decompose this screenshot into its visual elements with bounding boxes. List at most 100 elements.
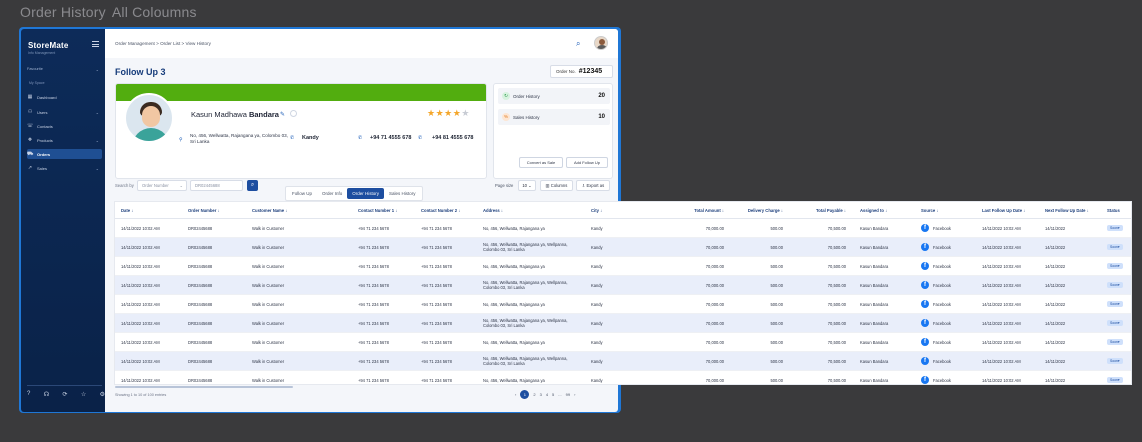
customer-phone-1: +94 71 4555 678	[370, 135, 412, 141]
chevron-down-icon: ⌄	[179, 183, 183, 188]
table-row[interactable]: 14/11/2022 10:02 AM DR02445688 Walk in Cus…	[115, 295, 1131, 314]
status-dropdown[interactable]: Soon ▾	[1107, 358, 1123, 364]
tab-sales-history[interactable]: Sales History	[384, 188, 421, 199]
star-icon[interactable]: ☆	[81, 391, 86, 398]
cell-order-number: DR02445688	[188, 301, 213, 307]
cell-source: f Facebook	[915, 371, 976, 384]
table-row[interactable]: 14/11/2022 10:02 AM DR02445688 Walk in Cus…	[115, 276, 1131, 295]
column-header-city[interactable]: City ↓	[585, 202, 645, 218]
column-header-order-number[interactable]: Order Number ↓	[182, 202, 246, 218]
help-icon[interactable]: ?	[27, 391, 30, 398]
page-button[interactable]: 4	[546, 392, 548, 397]
sidebar-item-products[interactable]: ❖ Products ⌄	[27, 135, 102, 145]
horizontal-scrollbar[interactable]	[115, 386, 293, 388]
sales-history-summary[interactable]: % Sales History 10	[498, 109, 610, 125]
cell-status: Soon ▾	[1101, 371, 1131, 384]
column-header-delivery-charge[interactable]: Delivery Charge ↓	[732, 202, 791, 218]
table-row[interactable]: 14/11/2022 10:02 AM DR02445688 Walk in Cus…	[115, 371, 1131, 384]
column-header-last-follow-up[interactable]: Last Follow Up Date ↓	[976, 202, 1039, 218]
column-header-date[interactable]: Date ↓	[115, 202, 182, 218]
page-size-select[interactable]: 10 ⌄	[518, 180, 536, 191]
columns-button[interactable]: ▥ Columns	[540, 180, 573, 191]
avatar[interactable]	[594, 36, 608, 50]
menu-toggle-icon[interactable]	[92, 41, 99, 47]
prev-page-button[interactable]: ‹	[515, 392, 516, 397]
sidebar: StoreMate Info Management Favourite ⌄ My…	[21, 29, 105, 412]
chevron-down-icon: ▾	[1117, 320, 1120, 325]
page-button[interactable]: 3	[540, 392, 542, 397]
column-header-next-follow-up[interactable]: Next Follow Up Date ↓	[1039, 202, 1101, 218]
sidebar-item-orders[interactable]: ⛟ Orders	[27, 149, 102, 159]
status-dropdown[interactable]: Soon ▾	[1107, 263, 1123, 269]
status-dropdown[interactable]: Soon ▾	[1107, 339, 1123, 345]
table-row[interactable]: 14/11/2022 10:02 AM DR02445688 Walk in Cus…	[115, 238, 1131, 257]
sidebar-group-favourite[interactable]: Favourite ⌄	[27, 64, 102, 74]
cell-total-payable: 70,500.00	[827, 263, 846, 269]
tab-follow-up[interactable]: Follow Up	[287, 188, 317, 199]
info-icon[interactable]	[290, 110, 297, 117]
status-dropdown[interactable]: Soon ▾	[1107, 282, 1123, 288]
pencil-icon[interactable]: ✎	[280, 111, 285, 118]
cell-city: Kandy	[591, 244, 603, 250]
table-row[interactable]: 14/11/2022 10:02 AM DR02445688 Walk in Cus…	[115, 219, 1131, 238]
cell-contact-2: +94 71 234 5678	[421, 244, 452, 250]
breadcrumb[interactable]: Order Management > Order List > View His…	[115, 41, 211, 46]
export-button[interactable]: ⇩ Export as	[576, 180, 610, 191]
table-row[interactable]: 14/11/2022 10:02 AM DR02445688 Walk in Cus…	[115, 257, 1131, 276]
status-dropdown[interactable]: Soon ▾	[1107, 301, 1123, 307]
headset-icon[interactable]: ☊	[44, 391, 49, 398]
sidebar-item-sales[interactable]: ↗ Sales ⌄	[27, 163, 102, 173]
cell-order-number: DR02445688	[188, 320, 213, 326]
status-dropdown[interactable]: Soon ▾	[1107, 225, 1123, 231]
search-button[interactable]: ⌕	[247, 180, 258, 191]
next-page-button[interactable]: ›	[574, 392, 575, 397]
column-header-total-payable[interactable]: Total Payable ↓	[791, 202, 854, 218]
cell-assigned-to: Kasun Bandara	[860, 320, 889, 326]
cell-source: f Facebook	[915, 219, 976, 237]
cell-last-follow-up: 14/11/2022 10:02 AM	[982, 225, 1021, 231]
tab-order-info[interactable]: Order Info	[317, 188, 347, 199]
search-field-select[interactable]: Order Number ⌄	[137, 180, 187, 191]
column-header-contact-2[interactable]: Contact Number 2 ↓	[415, 202, 477, 218]
column-header-customer-name[interactable]: Customer Name ↓	[246, 202, 352, 218]
facebook-icon: f	[921, 262, 929, 270]
cell-last-follow-up: 14/11/2022 10:02 AM	[982, 339, 1021, 345]
table-row[interactable]: 14/11/2022 10:02 AM DR02445688 Walk in Cus…	[115, 352, 1131, 371]
status-label: Soon	[1110, 282, 1118, 287]
cell-address: No, 456, Wellwatta, Rajangana ya	[483, 339, 545, 345]
order-history-summary[interactable]: ↻ Order History 20	[498, 88, 610, 104]
page-button[interactable]: 5	[552, 392, 554, 397]
source-label: Facebook	[933, 339, 951, 345]
profile-banner	[116, 84, 486, 101]
status-dropdown[interactable]: Soon ▾	[1107, 244, 1123, 250]
search-input[interactable]: DR02445688	[190, 180, 243, 191]
status-dropdown[interactable]: Soon ▾	[1107, 320, 1123, 326]
sidebar-item-contacts[interactable]: ☏ Contacts	[27, 121, 102, 131]
search-icon[interactable]: ⌕	[576, 39, 580, 49]
sidebar-item-dashboard[interactable]: ▦ Dashboard	[27, 92, 102, 102]
column-header-contact-1[interactable]: Contact Number 1 ↓	[352, 202, 415, 218]
star-icon: ★	[427, 108, 436, 118]
column-header-source[interactable]: Source ↓	[915, 202, 976, 218]
facebook-icon: f	[921, 319, 929, 327]
table-row[interactable]: 14/11/2022 10:02 AM DR02445688 Walk in Cus…	[115, 314, 1131, 333]
refresh-icon[interactable]: ⟳	[62, 391, 67, 398]
cell-assigned-to: Kasun Bandara	[860, 282, 889, 288]
column-header-assigned-to[interactable]: Assigned to ↓	[854, 202, 915, 218]
page-button[interactable]: 1	[520, 390, 530, 399]
sidebar-item-users[interactable]: ⚇ Users ⌄	[27, 107, 102, 117]
convert-as-sale-button[interactable]: Convert as Sale	[519, 157, 563, 168]
page-button[interactable]: 2	[533, 392, 535, 397]
column-header-address[interactable]: Address ↓	[477, 202, 585, 218]
column-header-total-amount[interactable]: Total Amount ↓	[645, 202, 732, 218]
cell-total-amount: 70,000.00	[705, 301, 724, 307]
sales-history-count: 10	[598, 114, 605, 120]
tab-order-history[interactable]: Order History	[347, 188, 385, 199]
status-dropdown[interactable]: Soon ▾	[1107, 377, 1123, 383]
cell-date: 14/11/2022 10:02 AM	[121, 244, 160, 250]
table-row[interactable]: 14/11/2022 10:02 AM DR02445688 Walk in Cus…	[115, 333, 1131, 352]
column-header-status[interactable]: Status	[1101, 202, 1131, 218]
add-follow-up-button[interactable]: Add Follow Up	[566, 157, 608, 168]
chevron-down-icon: ▾	[1117, 301, 1120, 306]
page-button[interactable]: 99	[566, 392, 570, 397]
